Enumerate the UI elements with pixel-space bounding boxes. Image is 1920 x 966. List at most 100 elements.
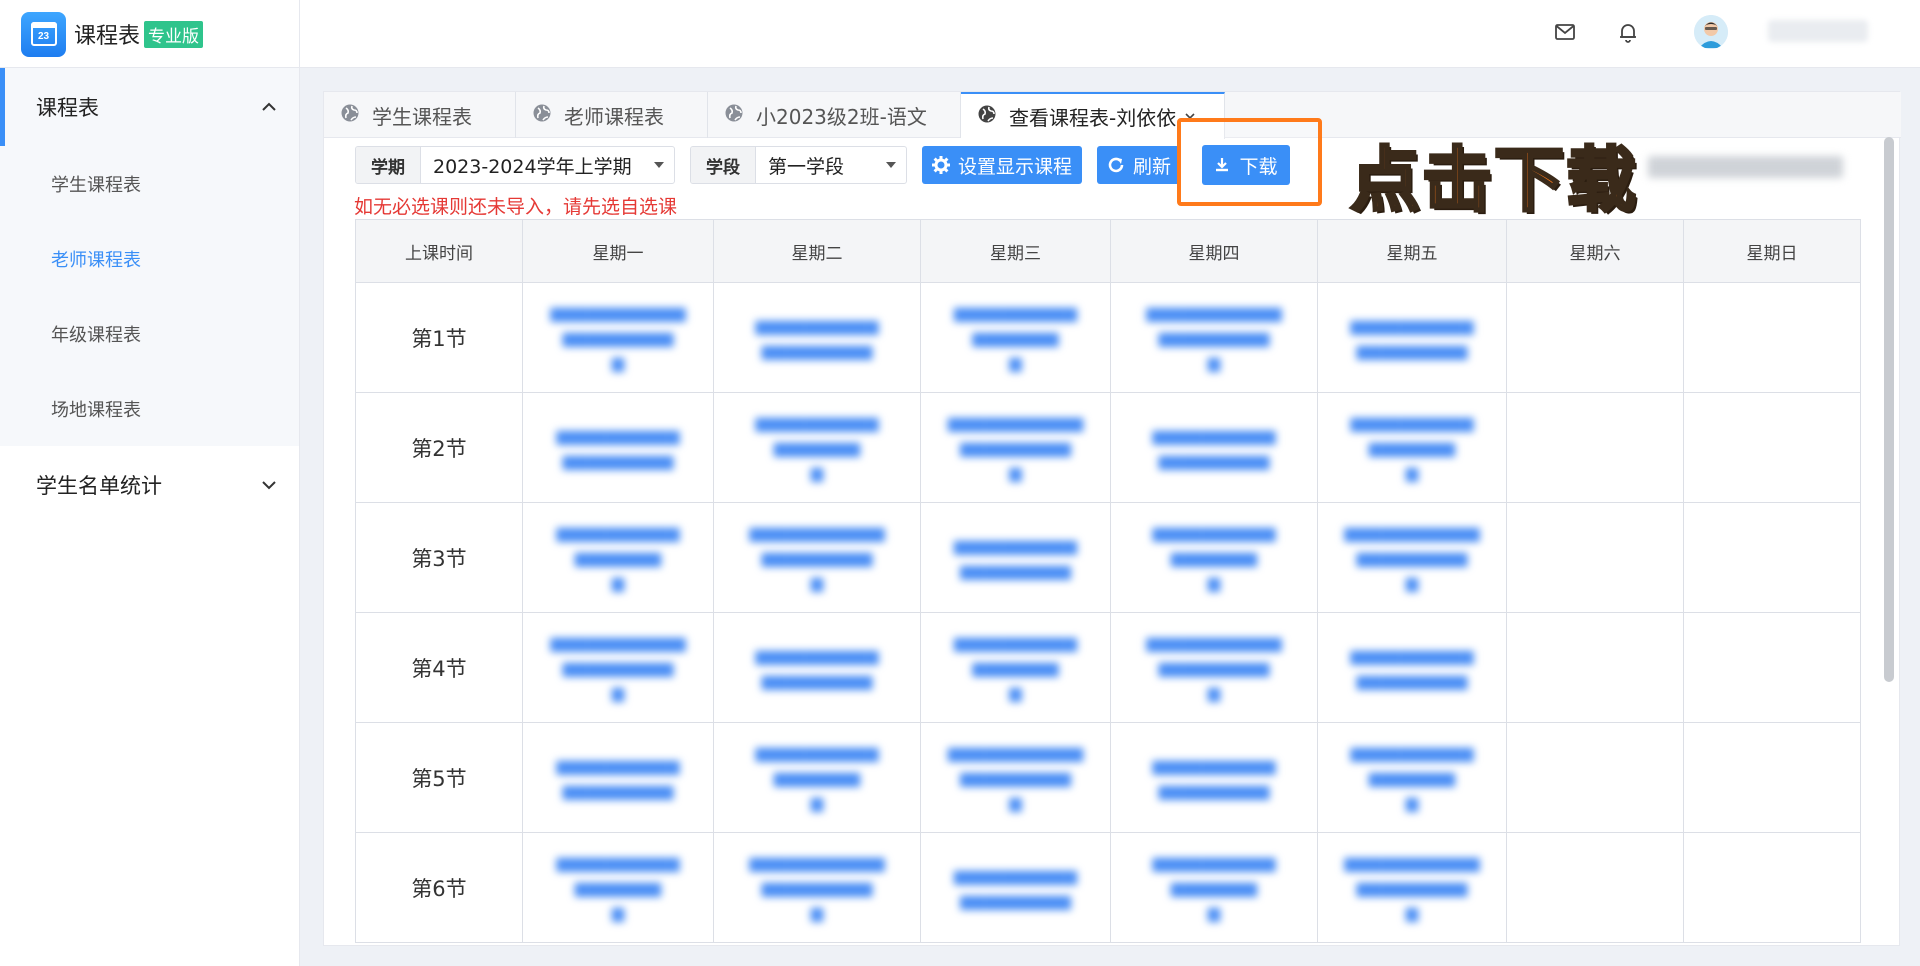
blurred-course-text: ▆▆▆▆▆▆▆▆▆	[1158, 780, 1270, 800]
menu-group-timetable[interactable]: 课程表	[0, 68, 299, 146]
blurred-course-text: ▆▆▆▆▆▆▆	[972, 328, 1059, 347]
blurred-course-text: ▆▆▆▆▆▆▆▆▆▆▆	[550, 303, 686, 322]
blurred-course-text: ▆	[1207, 353, 1221, 372]
course-cell[interactable]: ▆▆▆▆▆▆▆▆▆▆ ▆▆▆▆▆▆▆▆▆	[920, 502, 1111, 613]
calendar-logo-icon: 23	[21, 11, 66, 57]
course-cell[interactable]: ▆▆▆▆▆▆▆▆▆▆ ▆▆▆▆▆▆▆▆▆	[522, 722, 714, 833]
period-label: 第6节	[355, 832, 523, 943]
blurred-course-text: ▆▆▆▆▆▆▆▆▆	[960, 560, 1071, 580]
course-cell[interactable]: ▆▆▆▆▆▆▆▆▆▆▆ ▆▆▆▆▆▆▆▆▆ ▆	[713, 832, 921, 943]
course-cell[interactable]: ▆▆▆▆▆▆▆▆▆▆ ▆▆▆▆▆▆▆ ▆	[920, 612, 1111, 723]
table-row: 第2节 ▆▆▆▆▆▆▆▆▆▆ ▆▆▆▆▆▆▆▆▆ ▆▆▆▆▆▆▆▆▆▆ ▆▆▆▆▆▆▆ ▆…	[355, 392, 1861, 503]
blurred-course-text: ▆▆▆▆▆▆▆▆▆▆	[1350, 413, 1474, 432]
sidebar-item-teacher-timetable[interactable]: 老师课程表	[0, 221, 299, 296]
blurred-course-text: ▆▆▆▆▆▆▆▆▆▆	[953, 865, 1078, 885]
period-label: 第3节	[355, 502, 523, 613]
blurred-course-text: ▆▆▆▆▆▆▆▆▆▆	[1152, 755, 1276, 775]
empty-cell	[1683, 392, 1861, 503]
course-cell[interactable]: ▆▆▆▆▆▆▆▆▆▆▆ ▆▆▆▆▆▆▆▆▆ ▆	[1317, 502, 1507, 613]
user-avatar[interactable]	[1694, 15, 1728, 49]
course-cell[interactable]: ▆▆▆▆▆▆▆▆▆▆ ▆▆▆▆▆▆▆ ▆	[1317, 392, 1507, 503]
term-select[interactable]: 学期 2023-2024学年上学期	[355, 146, 675, 184]
course-cell[interactable]: ▆▆▆▆▆▆▆▆▆▆ ▆▆▆▆▆▆▆ ▆	[713, 722, 921, 833]
logo-area[interactable]: 23 课程表 专业版	[0, 0, 300, 68]
course-cell[interactable]: ▆▆▆▆▆▆▆▆▆▆ ▆▆▆▆▆▆▆ ▆	[713, 392, 921, 503]
settings-display-courses-button[interactable]: 设置显示课程	[922, 146, 1083, 184]
tab-class-chinese[interactable]: 小2023级2班-语文	[708, 92, 961, 138]
course-cell[interactable]: ▆▆▆▆▆▆▆▆▆▆ ▆▆▆▆▆▆▆ ▆	[920, 282, 1111, 393]
stage-select[interactable]: 学段 第一学段	[690, 146, 907, 184]
blurred-course-text: ▆▆▆▆▆▆▆▆▆▆▆	[1344, 523, 1480, 542]
blurred-course-text: ▆	[1207, 573, 1221, 592]
menu-group-label: 课程表	[36, 96, 99, 120]
table-row: 第6节 ▆▆▆▆▆▆▆▆▆▆ ▆▆▆▆▆▆▆ ▆ ▆▆▆▆▆▆▆▆▆▆▆ ▆▆▆▆▆▆▆▆…	[355, 832, 1861, 943]
course-cell[interactable]: ▆▆▆▆▆▆▆▆▆▆ ▆▆▆▆▆▆▆ ▆	[522, 502, 714, 613]
course-cell[interactable]: ▆▆▆▆▆▆▆▆▆▆ ▆▆▆▆▆▆▆ ▆	[522, 832, 714, 943]
course-cell[interactable]: ▆▆▆▆▆▆▆▆▆▆▆ ▆▆▆▆▆▆▆▆▆ ▆	[920, 722, 1111, 833]
blurred-course-text: ▆	[1405, 903, 1419, 922]
course-cell[interactable]: ▆▆▆▆▆▆▆▆▆▆ ▆▆▆▆▆▆▆ ▆	[1110, 832, 1318, 943]
timetable-body: 第1节 ▆▆▆▆▆▆▆▆▆▆▆ ▆▆▆▆▆▆▆▆▆ ▆ ▆▆▆▆▆▆▆▆▆▆ ▆▆▆▆▆▆…	[355, 282, 1861, 943]
sidebar-item-venue-timetable[interactable]: 场地课程表	[0, 371, 299, 446]
course-cell[interactable]: ▆▆▆▆▆▆▆▆▆▆▆ ▆▆▆▆▆▆▆▆▆ ▆	[1110, 612, 1318, 723]
course-cell[interactable]: ▆▆▆▆▆▆▆▆▆▆ ▆▆▆▆▆▆▆▆▆	[920, 832, 1111, 943]
blurred-course-text: ▆▆▆▆▆▆▆▆▆▆	[755, 413, 879, 432]
tab-label: 老师课程表	[564, 104, 664, 129]
blurred-course-text: ▆▆▆▆▆▆▆▆▆▆	[1152, 523, 1276, 542]
sidebar-item-grade-timetable[interactable]: 年级课程表	[0, 296, 299, 371]
blurred-course-text: ▆	[810, 793, 824, 812]
course-cell[interactable]: ▆▆▆▆▆▆▆▆▆▆ ▆▆▆▆▆▆▆▆▆	[1317, 282, 1507, 393]
refresh-button[interactable]: 刷新	[1097, 146, 1181, 184]
refresh-button-label: 刷新	[1133, 155, 1172, 178]
course-cell[interactable]: ▆▆▆▆▆▆▆▆▆▆▆ ▆▆▆▆▆▆▆▆▆ ▆	[1317, 832, 1507, 943]
blurred-course-text: ▆▆▆▆▆▆▆▆▆	[960, 438, 1071, 457]
course-cell[interactable]: ▆▆▆▆▆▆▆▆▆▆ ▆▆▆▆▆▆▆▆▆	[1110, 392, 1318, 503]
course-cell[interactable]: ▆▆▆▆▆▆▆▆▆▆▆ ▆▆▆▆▆▆▆▆▆ ▆	[522, 282, 714, 393]
course-cell[interactable]: ▆▆▆▆▆▆▆▆▆▆▆ ▆▆▆▆▆▆▆▆▆ ▆	[522, 612, 714, 723]
download-button[interactable]: 下载	[1202, 145, 1290, 185]
blurred-course-text: ▆▆▆▆▆▆▆▆▆▆	[556, 425, 680, 445]
course-cell[interactable]: ▆▆▆▆▆▆▆▆▆▆▆ ▆▆▆▆▆▆▆▆▆ ▆	[920, 392, 1111, 503]
tab-student-timetable[interactable]: 学生课程表	[324, 92, 516, 138]
tab-teacher-timetable[interactable]: 老师课程表	[516, 92, 708, 138]
course-cell[interactable]: ▆▆▆▆▆▆▆▆▆▆ ▆▆▆▆▆▆▆▆▆	[713, 612, 921, 723]
blurred-course-text: ▆▆▆▆▆▆▆▆▆	[960, 768, 1071, 787]
blurred-course-text: ▆	[810, 463, 824, 482]
empty-cell	[1683, 832, 1861, 943]
course-cell[interactable]: ▆▆▆▆▆▆▆▆▆▆ ▆▆▆▆▆▆▆ ▆	[1317, 722, 1507, 833]
menu-group-student-list[interactable]: 学生名单统计	[0, 446, 299, 524]
course-cell[interactable]: ▆▆▆▆▆▆▆▆▆▆▆ ▆▆▆▆▆▆▆▆▆ ▆	[1110, 282, 1318, 393]
bell-icon[interactable]	[1614, 18, 1642, 46]
course-cell[interactable]: ▆▆▆▆▆▆▆▆▆▆▆ ▆▆▆▆▆▆▆▆▆ ▆	[713, 502, 921, 613]
header-wednesday: 星期三	[920, 219, 1111, 283]
course-cell[interactable]: ▆▆▆▆▆▆▆▆▆▆ ▆▆▆▆▆▆▆▆▆	[1110, 722, 1318, 833]
empty-cell	[1506, 612, 1684, 723]
blurred-course-text: ▆▆▆▆▆▆▆	[574, 878, 662, 897]
tab-label: 小2023级2班-语文	[756, 104, 927, 129]
caret-down-icon	[886, 162, 896, 168]
blurred-course-text: ▆	[810, 903, 824, 922]
blurred-course-text: ▆▆▆▆▆▆▆	[1368, 438, 1456, 457]
blurred-course-text: ▆	[611, 903, 625, 922]
course-cell[interactable]: ▆▆▆▆▆▆▆▆▆▆ ▆▆▆▆▆▆▆▆▆	[522, 392, 714, 503]
vertical-scrollbar[interactable]	[1884, 137, 1894, 682]
course-cell[interactable]: ▆▆▆▆▆▆▆▆▆▆ ▆▆▆▆▆▆▆▆▆	[713, 282, 921, 393]
blurred-info	[1648, 156, 1843, 178]
header-tuesday: 星期二	[713, 219, 921, 283]
blurred-course-text: ▆	[1405, 463, 1419, 482]
globe-icon	[977, 104, 997, 129]
blurred-course-text: ▆▆▆▆▆▆▆▆▆▆	[755, 743, 879, 762]
course-cell[interactable]: ▆▆▆▆▆▆▆▆▆▆ ▆▆▆▆▆▆▆ ▆	[1110, 502, 1318, 613]
edition-badge: 专业版	[144, 20, 204, 48]
sidebar-item-student-timetable[interactable]: 学生课程表	[0, 146, 299, 221]
sidebar: 课程表 学生课程表 老师课程表 年级课程表 场地课程表 学生名单统计	[0, 68, 300, 966]
mail-icon[interactable]	[1551, 18, 1579, 46]
blurred-course-text: ▆▆▆▆▆▆▆▆▆▆	[953, 535, 1078, 555]
username-blurred[interactable]	[1768, 20, 1868, 42]
timetable-header-row: 上课时间 星期一 星期二 星期三 星期四 星期五 星期六 星期日	[355, 219, 1861, 283]
empty-cell	[1683, 722, 1861, 833]
blurred-course-text: ▆▆▆▆▆▆▆▆▆	[1158, 328, 1270, 347]
blurred-course-text: ▆▆▆▆▆▆▆	[1368, 768, 1456, 787]
course-cell[interactable]: ▆▆▆▆▆▆▆▆▆▆ ▆▆▆▆▆▆▆▆▆	[1317, 612, 1507, 723]
empty-cell	[1506, 282, 1684, 393]
